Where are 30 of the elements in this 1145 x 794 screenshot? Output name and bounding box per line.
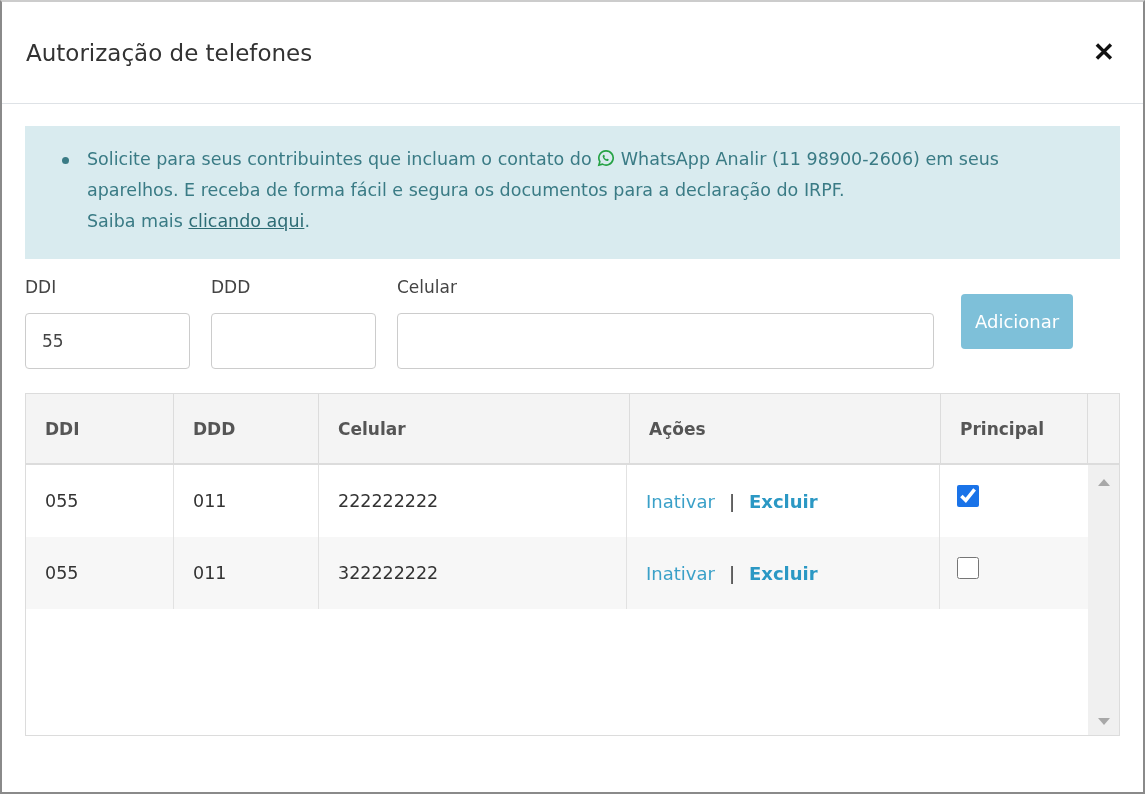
table-cell: 322222222: [319, 537, 627, 609]
delete-link[interactable]: Excluir: [748, 490, 818, 512]
principal-checkbox[interactable]: [957, 485, 979, 507]
more-info-link[interactable]: clicando aqui: [188, 211, 305, 231]
input-field[interactable]: 55: [25, 313, 190, 369]
dialog-title: Autorização de telefones: [26, 39, 313, 66]
table-cell: 011: [174, 537, 319, 609]
input-field[interactable]: [397, 313, 934, 369]
deactivate-link[interactable]: Inativar: [646, 490, 715, 512]
column-header: Principal: [941, 394, 1088, 463]
scroll-up-icon[interactable]: [1097, 479, 1110, 486]
delete-link[interactable]: Excluir: [748, 562, 818, 584]
table-cell: 055: [26, 537, 174, 609]
principal-checkbox[interactable]: [957, 557, 979, 579]
scrollbar[interactable]: [1088, 465, 1119, 735]
column-header: Celular: [319, 394, 630, 463]
chat-bubble-icon: [597, 149, 616, 167]
column-header: DDI: [26, 394, 174, 463]
field-label: Celular: [397, 277, 458, 299]
scroll-down-icon[interactable]: [1097, 718, 1110, 725]
field-label: DDD: [211, 277, 252, 299]
separator-text: |: [728, 490, 735, 512]
field-label: DDI: [25, 277, 58, 299]
close-button[interactable]: ✕: [1089, 37, 1119, 68]
deactivate-link[interactable]: Inativar: [646, 562, 715, 584]
input-field[interactable]: [211, 313, 376, 369]
column-header: DDD: [174, 394, 319, 463]
column-header: Ações: [630, 394, 941, 463]
add-button[interactable]: Adicionar: [961, 294, 1074, 349]
separator-text: |: [728, 562, 735, 584]
